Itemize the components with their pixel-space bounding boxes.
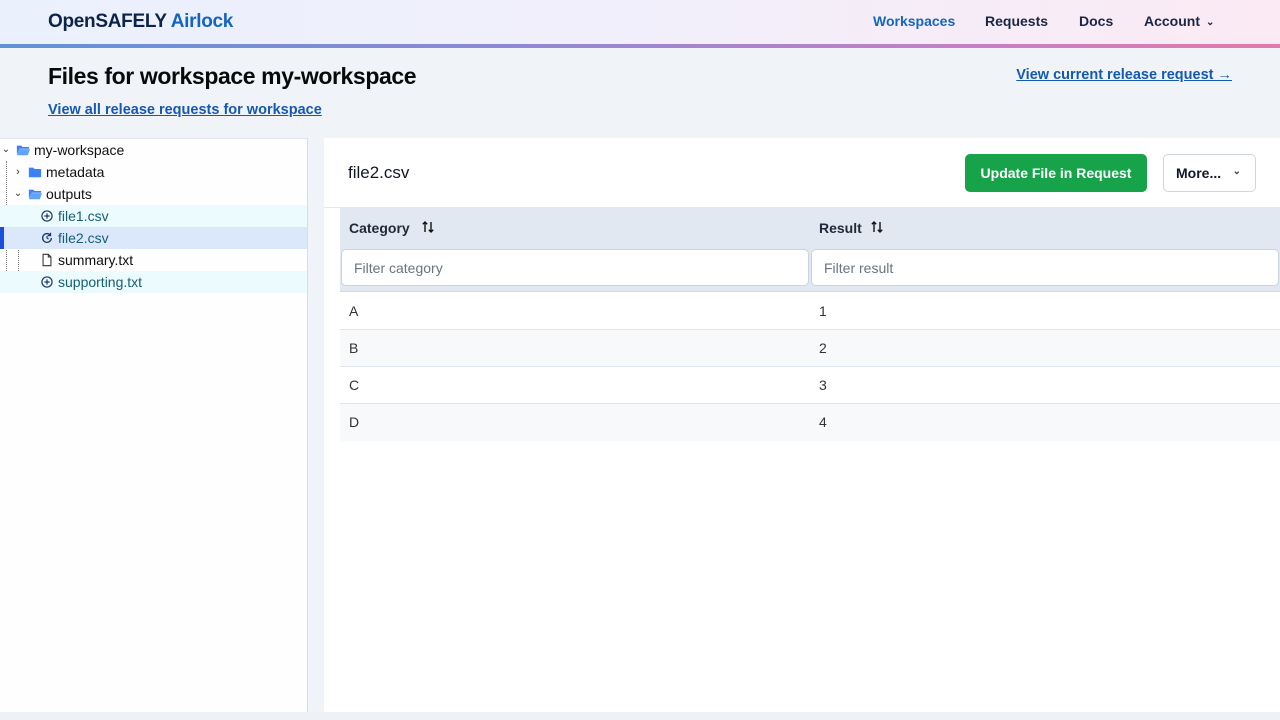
nav-requests[interactable]: Requests [985, 13, 1048, 29]
nav-docs[interactable]: Docs [1079, 13, 1113, 29]
cell-category: B [349, 340, 359, 356]
tree-item-metadata[interactable]: › metadata [0, 161, 307, 183]
view-all-requests-link[interactable]: View all release requests for workspace [48, 102, 322, 118]
cell-category: D [349, 414, 360, 430]
cell-result: 4 [819, 414, 827, 430]
more-dropdown-button[interactable]: More... ⌄ [1163, 154, 1256, 192]
file-content-panel: file2.csv Update File in Request More...… [324, 138, 1280, 712]
chevron-down-icon: ⌄ [1206, 17, 1215, 28]
tree-item-label: summary.txt [58, 252, 134, 268]
plus-circle-icon [41, 276, 53, 288]
folder-open-icon [16, 145, 30, 156]
cell-result: 2 [819, 340, 827, 356]
tree-item-file2-csv[interactable]: file2.csv [0, 227, 307, 249]
update-file-in-request-button[interactable]: Update File in Request [965, 154, 1147, 192]
folder-open-icon [28, 189, 42, 200]
more-button-label: More... [1176, 165, 1222, 181]
table-row: A 1 [340, 293, 1280, 330]
column-header-category[interactable]: Category [349, 220, 410, 236]
table-row: B 2 [340, 330, 1280, 367]
nav-workspaces[interactable]: Workspaces [873, 13, 955, 29]
selection-indicator [0, 227, 4, 249]
table-row: C 3 [340, 367, 1280, 404]
tree-item-label: supporting.txt [58, 274, 143, 290]
cell-category: A [349, 303, 359, 319]
tree-item-outputs[interactable]: ⌄ outputs [0, 183, 307, 205]
top-navbar: OpenSAFELY Airlock Workspaces Requests D… [0, 0, 1280, 44]
table-row: D 4 [340, 404, 1280, 441]
file-icon [42, 253, 52, 267]
page-footer-strip [0, 712, 1280, 720]
folder-icon [28, 167, 42, 178]
chevron-down-icon: ⌄ [1232, 166, 1241, 177]
tree-item-label: file1.csv [58, 208, 109, 224]
plus-circle-icon [41, 210, 53, 222]
nav-account-label: Account [1144, 13, 1200, 29]
chevron-down-icon[interactable]: ⌄ [13, 183, 23, 205]
cell-category: C [349, 377, 360, 393]
cell-result: 1 [819, 303, 827, 319]
tree-item-supporting-txt[interactable]: supporting.txt [0, 271, 307, 293]
view-current-request-link[interactable]: View current release request → [1016, 67, 1232, 83]
file-title: file2.csv [348, 163, 410, 182]
tree-item-label: file2.csv [58, 230, 109, 246]
nav-account[interactable]: Account ⌄ [1144, 13, 1214, 29]
filter-result-input[interactable] [811, 249, 1279, 286]
tree-item-summary-txt[interactable]: summary.txt [0, 249, 307, 271]
table-header: Category Result [340, 208, 1280, 292]
brand-logo[interactable]: OpenSAFELY Airlock [48, 11, 233, 33]
brand-secondary: Airlock [170, 11, 234, 32]
filter-category-input[interactable] [341, 249, 809, 286]
refresh-icon [41, 232, 53, 243]
sort-icon[interactable] [421, 219, 435, 235]
column-header-result[interactable]: Result [819, 220, 862, 236]
sort-icon[interactable] [870, 219, 884, 235]
cell-result: 3 [819, 377, 827, 393]
tree-item-label: my-workspace [34, 142, 125, 158]
tree-item-label: outputs [46, 186, 92, 202]
tree-item-label: metadata [46, 164, 105, 180]
tree-item-file1-csv[interactable]: file1.csv [0, 205, 307, 227]
chevron-right-icon[interactable]: › [13, 161, 23, 183]
tree-item-my-workspace[interactable]: ⌄ my-workspace [0, 139, 307, 161]
page-title: Files for workspace my-workspace [48, 63, 417, 89]
brand-primary: OpenSAFELY [48, 11, 167, 32]
header-accent-line [0, 44, 1280, 48]
chevron-down-icon[interactable]: ⌄ [1, 139, 11, 161]
file-tree: ⌄ my-workspace › metadata ⌄ outputs file… [0, 138, 308, 712]
